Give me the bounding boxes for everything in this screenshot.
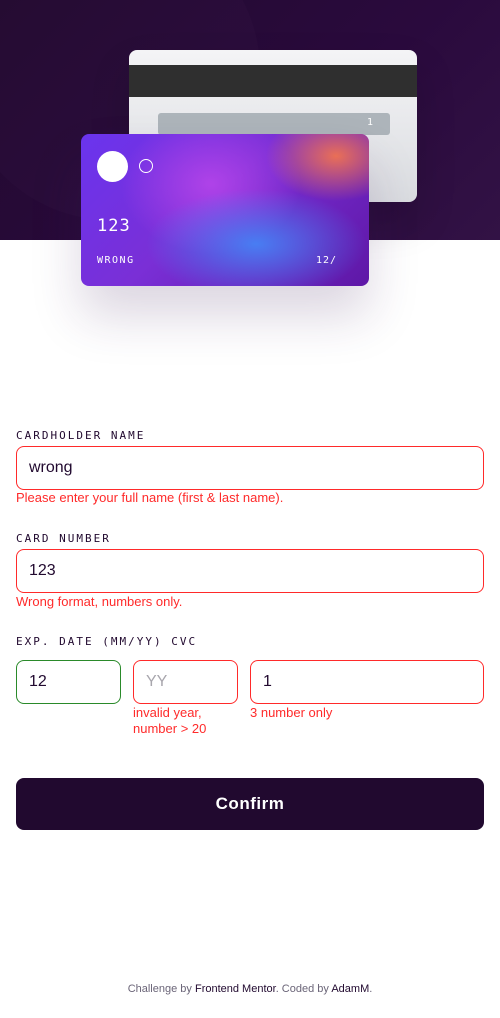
card-expiry-display: 12/ bbox=[315, 255, 337, 266]
cardholder-label: CARDHOLDER NAME bbox=[16, 429, 146, 442]
cvc-input[interactable] bbox=[250, 660, 484, 704]
card-number-label: CARD NUMBER bbox=[16, 532, 111, 545]
footer-prefix: Challenge by bbox=[127, 983, 192, 995]
expiry-month-input[interactable] bbox=[16, 660, 121, 704]
expiry-year-error-line1: invalid year, bbox=[133, 705, 202, 720]
confirm-button[interactable]: Confirm bbox=[16, 778, 484, 830]
attribution-footer: Challenge by Frontend Mentor. Coded by A… bbox=[0, 983, 500, 995]
card-front: 123 WRONG 12/ bbox=[81, 134, 369, 286]
frontend-mentor-link[interactable]: Frontend Mentor bbox=[195, 983, 276, 995]
card-number-error: Wrong format, numbers only. bbox=[16, 594, 183, 609]
footer-middle: . Coded by bbox=[275, 983, 329, 995]
card-holder-display: WRONG bbox=[97, 255, 135, 266]
card-cvc-box: 1 bbox=[158, 113, 390, 135]
magnetic-stripe bbox=[129, 65, 417, 97]
card-number-input[interactable] bbox=[16, 549, 484, 593]
card-number-display: 123 bbox=[97, 216, 131, 236]
expiry-cvc-label: EXP. DATE (MM/YY) CVC bbox=[16, 635, 198, 648]
author-link[interactable]: AdamM bbox=[331, 983, 369, 995]
card-cvc-text: 1 bbox=[366, 117, 374, 128]
expiry-year-error-line2: number > 20 bbox=[133, 721, 207, 736]
cardholder-input[interactable] bbox=[16, 446, 484, 490]
cardholder-error: Please enter your full name (first & las… bbox=[16, 490, 284, 505]
expiry-year-error: invalid year, number > 20 bbox=[133, 705, 206, 737]
expiry-year-input[interactable] bbox=[133, 660, 238, 704]
card-logo-ring-icon bbox=[139, 159, 153, 173]
card-logo-circle-icon bbox=[97, 151, 128, 182]
cvc-error: 3 number only bbox=[250, 705, 333, 720]
footer-suffix: . bbox=[369, 983, 373, 995]
